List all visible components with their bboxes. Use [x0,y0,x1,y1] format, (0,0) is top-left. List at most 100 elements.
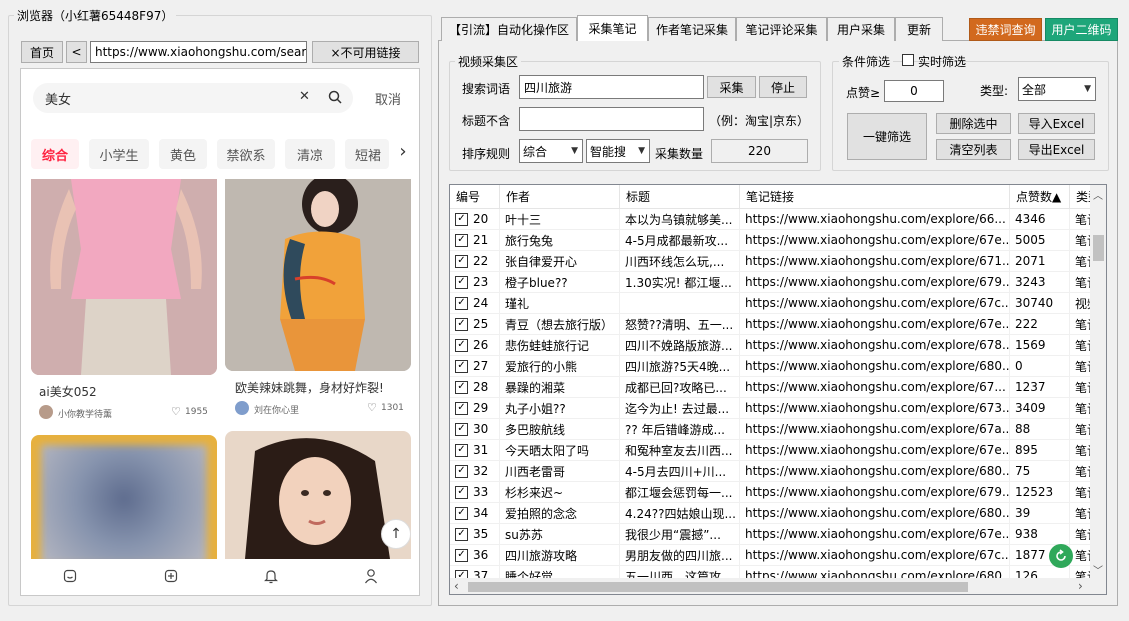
col-header-author[interactable]: 作者 [500,185,620,209]
export-excel-button[interactable]: 导出Excel [1018,139,1095,160]
chip-3[interactable]: 禁欲系 [217,139,275,169]
table-row[interactable]: ✓ 27 爱旅行的小熊 四川旅游?5天4晚... https://www.xiaohon… [450,356,1106,377]
cell-id: ✓ 23 [450,272,500,293]
heart-icon[interactable]: ♡ [171,405,181,418]
table-row[interactable]: ✓ 35 su苏苏 我很少用“震撼”... https://www.xiaohongsh… [450,524,1106,545]
smart-search-select[interactable]: 智能搜 ▼ [586,139,650,163]
row-checkbox[interactable]: ✓ [455,443,468,457]
row-checkbox[interactable]: ✓ [455,338,468,352]
table-row[interactable]: ✓ 36 四川旅游攻略 男朋友做的四川旅... https://www.xiaohong… [450,545,1106,566]
col-header-id[interactable]: 编号 [450,185,500,209]
back-button[interactable]: < [66,41,87,63]
table-row[interactable]: ✓ 29 丸子小姐?? 迄今为止! 去过最... https://www.xiaohon… [450,398,1106,419]
table-row[interactable]: ✓ 33 杉杉来迟~ 都江堰会惩罚每一... https://www.xiaohongs… [450,482,1106,503]
row-checkbox[interactable]: ✓ [455,275,468,289]
card-image-3[interactable] [31,435,217,559]
row-checkbox[interactable]: ✓ [455,380,468,394]
row-checkbox[interactable]: ✓ [455,233,468,247]
col-header-link[interactable]: 笔记链接 [740,185,1010,209]
chevron-down-icon[interactable]: ﹀ [1093,562,1103,577]
row-checkbox[interactable]: ✓ [455,464,468,478]
table-row[interactable]: ✓ 23 橙子blue?? 1.30实况! 都江堰... https://www.xia… [450,272,1106,293]
user-qrcode-button[interactable]: 用户二维码 [1045,18,1118,41]
chip-comprehensive[interactable]: 综合 [31,139,79,169]
add-icon[interactable] [164,569,178,586]
tab-collect-notes[interactable]: 采集笔记 [577,15,648,41]
table-row[interactable]: ✓ 24 瑾礼 https://www.xiaohongshu.com/explore… [450,293,1106,314]
row-checkbox[interactable]: ✓ [455,212,468,226]
card-image-2[interactable] [225,179,411,371]
disable-link-button[interactable]: ×不可用链接 [312,41,419,63]
refresh-icon[interactable] [1049,544,1073,568]
home-icon[interactable] [63,569,77,586]
realtime-checkbox[interactable] [902,54,914,66]
realtime-label[interactable]: 实时筛选 [918,53,966,70]
col-header-likes[interactable]: 点赞数▲ [1010,185,1070,209]
delete-selected-button[interactable]: 删除选中 [936,113,1011,134]
table-row[interactable]: ✓ 20 叶十三 本以为乌镇就够美... https://www.xiaohongshu… [450,209,1106,230]
chevron-right-icon[interactable]: › [391,141,415,167]
forbidden-word-button[interactable]: 违禁词查询 [969,18,1042,41]
tab-user-collect[interactable]: 用户采集 [827,17,895,41]
import-excel-button[interactable]: 导入Excel [1018,113,1095,134]
tab-note-comments[interactable]: 笔记评论采集 [736,17,827,41]
search-text[interactable]: 美女 [45,89,71,108]
row-checkbox[interactable]: ✓ [455,485,468,499]
cell-likes: 5005 [1010,230,1070,251]
type-select[interactable]: 全部 ▼ [1018,77,1096,101]
sort-select[interactable]: 综合 ▼ [519,139,583,163]
exclude-field[interactable] [519,107,704,131]
row-checkbox[interactable]: ✓ [455,422,468,436]
collect-button[interactable]: 采集 [707,76,756,98]
tab-author-notes[interactable]: 作者笔记采集 [648,17,736,41]
table-row[interactable]: ✓ 30 多巴胺航线?? 年后错峰游成... https://www.xiaohong… [450,419,1106,440]
table-row[interactable]: ✓ 26 悲伤蛙蛙旅行记 四川不娩路版旅游... https://www.xiaohon… [450,335,1106,356]
scroll-top-button[interactable]: ↑ [381,519,411,549]
row-checkbox[interactable]: ✓ [455,548,468,562]
table-row[interactable]: ✓ 22 张自律爱开心 川西环线怎么玩,... https://www.xiaohong… [450,251,1106,272]
table-row[interactable]: ✓ 31 今天晒太阳了吗 和冤种室友去川西... https://www.xiaohon… [450,440,1106,461]
tab-update[interactable]: 更新 [895,17,943,41]
row-checkbox[interactable]: ✓ [455,527,468,541]
likes-field[interactable]: 0 [884,80,944,102]
chevron-left-icon[interactable]: ‹ [454,579,459,593]
clear-list-button[interactable]: 清空列表 [936,139,1011,160]
profile-icon[interactable] [364,568,378,587]
chip-1[interactable]: 小学生 [89,139,149,169]
row-checkbox[interactable]: ✓ [455,317,468,331]
vertical-scroll-thumb[interactable] [1093,235,1104,261]
clear-icon[interactable]: ✕ [299,89,310,104]
table-row[interactable]: ✓ 21 旅行兔兔 4-5月成都最新攻... https://www.xiaohongs… [450,230,1106,251]
heart-icon[interactable]: ♡ [367,401,377,414]
tab-automation[interactable]: 【引流】自动化操作区 [441,17,577,41]
horizontal-scroll-thumb[interactable] [468,582,968,592]
one-click-filter-button[interactable]: 一键筛选 [847,113,927,160]
cancel-link[interactable]: 取消 [375,89,401,108]
chevron-right-icon[interactable]: › [1078,579,1083,593]
chip-4[interactable]: 清凉 [285,139,335,169]
table-row[interactable]: ✓ 25 青豆（想去旅行版） 怒赞??清明、五一... https://www.xiao… [450,314,1106,335]
stop-button[interactable]: 停止 [759,76,807,98]
chip-5[interactable]: 短裙 [345,139,389,169]
card-title-1[interactable]: ai美女052 [39,383,97,400]
table-row[interactable]: ✓ 28 暴躁的湘菜 成都已回?攻略已... https://www.xiaohongs… [450,377,1106,398]
table-row[interactable]: ✓ 34 爱拍照的念念 4.24??四姑娘山现... https://www.xiaoh… [450,503,1106,524]
row-checkbox[interactable]: ✓ [455,296,468,310]
chevron-up-icon[interactable]: ︿ [1093,187,1103,202]
row-checkbox[interactable]: ✓ [455,254,468,268]
row-checkbox[interactable]: ✓ [455,359,468,373]
table-row[interactable]: ✓ 32 川西老雷哥 4-5月去四川+川... https://www.xiaohong… [450,461,1106,482]
row-checkbox[interactable]: ✓ [455,506,468,520]
home-button[interactable]: 首页 [21,41,63,63]
col-header-title[interactable]: 标题 [620,185,740,209]
row-checkbox[interactable]: ✓ [455,401,468,415]
search-icon[interactable] [328,90,342,107]
chip-2[interactable]: 黄色 [159,139,207,169]
card-title-2[interactable]: 欧美辣妹跳舞，身材好炸裂! [235,379,384,396]
card-image-1[interactable] [31,179,217,375]
bell-icon[interactable] [263,568,279,587]
keyword-field[interactable]: 四川旅游 [519,75,704,99]
card-author-1[interactable]: 小你教学待薰 [58,407,112,420]
url-field[interactable]: https://www.xiaohongshu.com/search [90,41,307,63]
card-author-2[interactable]: 刘在你心里 [254,403,299,416]
